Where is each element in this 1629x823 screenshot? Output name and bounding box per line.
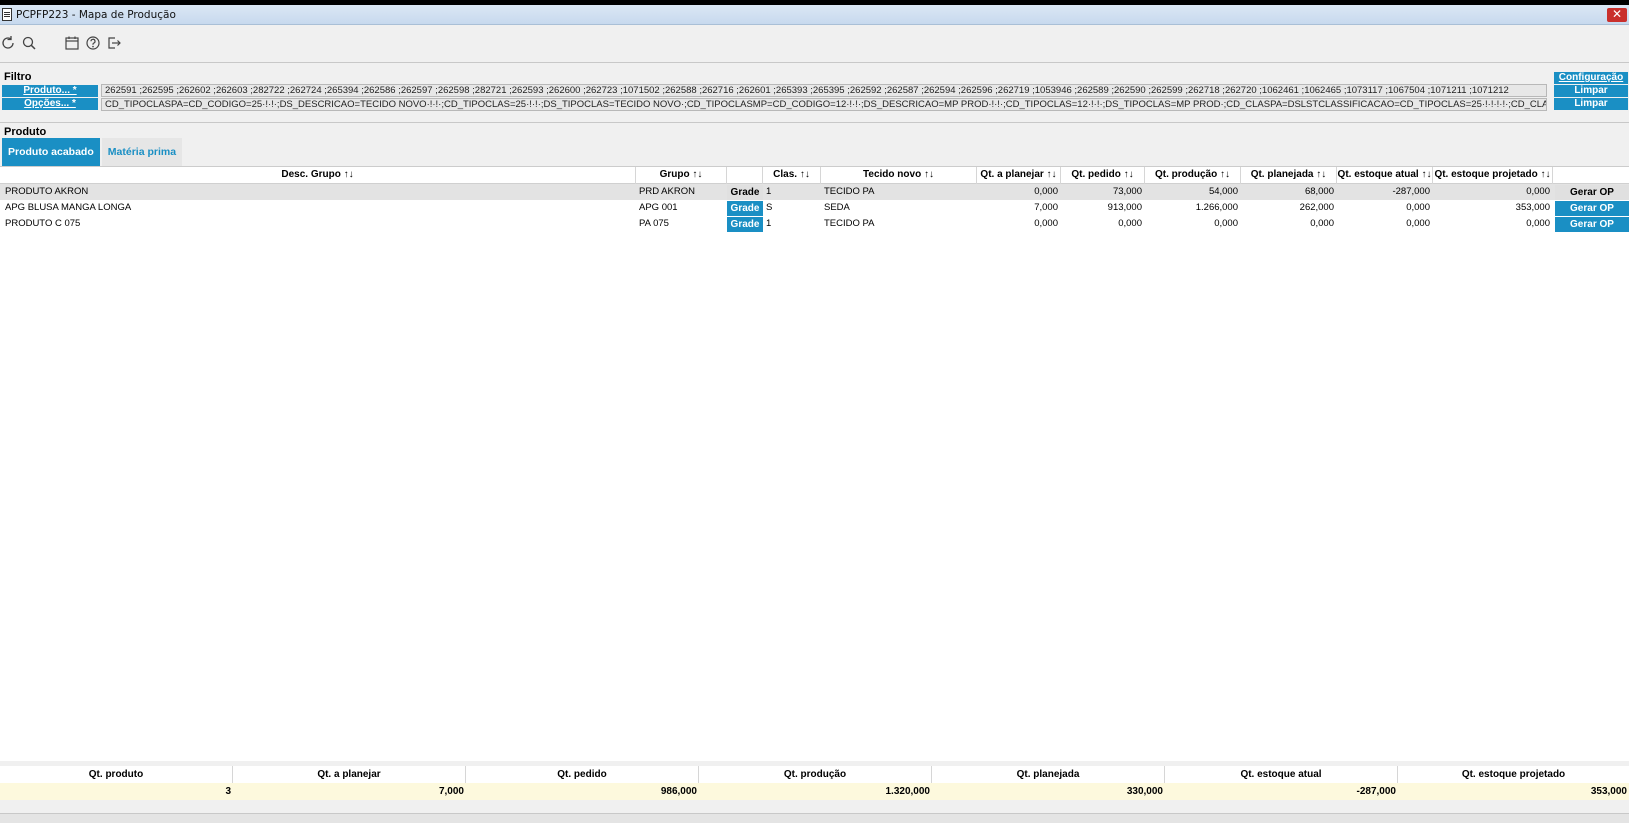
grade-button[interactable]: Grade xyxy=(727,217,763,232)
cell-qt-planejada: 262,000 xyxy=(1299,202,1334,213)
produto-tabs: Produto acabado Matéria prima xyxy=(2,138,183,166)
cell-qt-pedido: 913,000 xyxy=(1107,202,1142,213)
total-header-qt-estoque-projetado: Qt. estoque projetado xyxy=(1398,766,1629,783)
total-header-qt-planejada: Qt. planejada xyxy=(932,766,1165,783)
cell-desc-grupo: PRODUTO AKRON xyxy=(5,186,89,197)
gerar-op-button[interactable]: Gerar OP xyxy=(1555,185,1629,200)
grid-header: Desc. Grupo ↑↓ Grupo ↑↓ Clas. ↑↓ Tecido … xyxy=(0,167,1629,184)
toolbar xyxy=(0,26,1629,60)
cell-clas: 1 xyxy=(766,218,772,229)
produto-filter-button[interactable]: Produto... * xyxy=(2,85,98,97)
col-header-qt-pedido[interactable]: Qt. pedido ↑↓ xyxy=(1061,167,1145,184)
cell-qt-estoque-projetado: 353,000 xyxy=(1515,202,1550,213)
cell-qt-estoque-atual: 0,000 xyxy=(1406,202,1430,213)
cell-qt-planejada: 68,000 xyxy=(1304,186,1334,197)
cell-tecido-novo: TECIDO PA xyxy=(824,218,875,229)
table-row[interactable]: APG BLUSA MANGA LONGA APG 001 Grade S SE… xyxy=(0,200,1629,216)
exit-icon[interactable] xyxy=(104,33,124,53)
gerar-op-button[interactable]: Gerar OP xyxy=(1555,217,1629,232)
gerar-op-button[interactable]: Gerar OP xyxy=(1555,201,1629,216)
cell-qt-producao: 54,000 xyxy=(1208,186,1238,197)
col-header-actions xyxy=(1553,167,1629,184)
total-qt-planejada: 330,000 xyxy=(932,783,1165,800)
col-header-qt-producao[interactable]: Qt. produção ↑↓ xyxy=(1145,167,1241,184)
col-header-qt-planejada[interactable]: Qt. planejada ↑↓ xyxy=(1241,167,1337,184)
cell-tecido-novo: TECIDO PA xyxy=(824,186,875,197)
document-icon xyxy=(2,8,12,21)
cell-qt-estoque-projetado: 0,000 xyxy=(1526,186,1550,197)
total-qt-produto: 3 xyxy=(0,783,233,800)
help-icon[interactable] xyxy=(83,33,103,53)
total-qt-estoque-projetado: 353,000 xyxy=(1398,783,1629,800)
opcoes-filter-button[interactable]: Opções... * xyxy=(2,98,98,110)
total-qt-producao: 1.320,000 xyxy=(699,783,932,800)
cell-tecido-novo: SEDA xyxy=(824,202,850,213)
produto-filter-field[interactable]: 262591 ;262595 ;262602 ;262603 ;282722 ;… xyxy=(101,84,1547,97)
col-header-qt-estoque-atual[interactable]: Qt. estoque atual ↑↓ xyxy=(1337,167,1433,184)
total-qt-planejar: 7,000 xyxy=(233,783,466,800)
total-header-qt-pedido: Qt. pedido xyxy=(466,766,699,783)
filter-panel: Filtro Produto... * 262591 ;262595 ;2626… xyxy=(0,69,1629,119)
cell-qt-estoque-projetado: 0,000 xyxy=(1526,218,1550,229)
table-row[interactable]: PRODUTO AKRON PRD AKRON Grade 1 TECIDO P… xyxy=(0,184,1629,200)
cell-qt-estoque-atual: 0,000 xyxy=(1406,218,1430,229)
cell-grupo: APG 001 xyxy=(639,202,678,213)
limpar-opcoes-button[interactable]: Limpar xyxy=(1554,98,1628,110)
col-header-qt-planejar[interactable]: Qt. a planejar ↑↓ xyxy=(977,167,1061,184)
col-header-grupo[interactable]: Grupo ↑↓ xyxy=(636,167,727,184)
col-header-tecido-novo[interactable]: Tecido novo ↑↓ xyxy=(821,167,977,184)
cell-grupo: PA 075 xyxy=(639,218,669,229)
cell-qt-pedido: 0,000 xyxy=(1118,218,1142,229)
opcoes-filter-field[interactable]: CD_TIPOCLASPA=CD_CODIGO=25·!·!·;DS_DESCR… xyxy=(101,98,1547,111)
total-header-qt-produto: Qt. produto xyxy=(0,766,233,783)
tab-materia-prima[interactable]: Matéria prima xyxy=(101,138,183,166)
table-row[interactable]: PRODUTO C 075 PA 075 Grade 1 TECIDO PA 0… xyxy=(0,216,1629,232)
filter-heading: Filtro xyxy=(4,71,32,83)
col-header-qt-estoque-projetado[interactable]: Qt. estoque projetado ↑↓ xyxy=(1433,167,1553,184)
refresh-icon[interactable] xyxy=(0,33,18,53)
calendar-icon[interactable] xyxy=(62,33,82,53)
close-button[interactable]: ✕ xyxy=(1607,8,1627,22)
cell-qt-pedido: 73,000 xyxy=(1112,186,1142,197)
app-window: PCPFP223 - Mapa de Produção ✕ Filtro Pro… xyxy=(0,5,1629,823)
grade-button[interactable]: Grade xyxy=(727,201,763,216)
cell-clas: 1 xyxy=(766,186,772,197)
title-bar: PCPFP223 - Mapa de Produção ✕ xyxy=(0,5,1629,25)
cell-qt-planejar: 7,000 xyxy=(1034,202,1058,213)
cell-qt-producao: 0,000 xyxy=(1214,218,1238,229)
total-header-qt-planejar: Qt. a planejar xyxy=(233,766,466,783)
limpar-produto-button[interactable]: Limpar xyxy=(1554,85,1628,97)
cell-clas: S xyxy=(766,202,773,213)
window-title: PCPFP223 - Mapa de Produção xyxy=(16,8,176,21)
production-grid: Desc. Grupo ↑↓ Grupo ↑↓ Clas. ↑↓ Tecido … xyxy=(0,166,1629,761)
grade-button[interactable]: Grade xyxy=(727,185,763,200)
col-header-desc-grupo[interactable]: Desc. Grupo ↑↓ xyxy=(0,167,636,184)
cell-qt-planejar: 0,000 xyxy=(1034,186,1058,197)
col-header-clas[interactable]: Clas. ↑↓ xyxy=(763,167,821,184)
totals-panel: Qt. produto Qt. a planejar Qt. pedido Qt… xyxy=(0,766,1629,802)
produto-heading: Produto xyxy=(4,126,47,138)
status-bar xyxy=(0,813,1629,823)
cell-qt-estoque-atual: -287,000 xyxy=(1392,186,1430,197)
configuracao-button[interactable]: Configuração xyxy=(1554,72,1628,84)
cell-desc-grupo: APG BLUSA MANGA LONGA xyxy=(5,202,132,213)
cell-qt-producao: 1.266,000 xyxy=(1195,202,1238,213)
total-qt-pedido: 986,000 xyxy=(466,783,699,800)
cell-grupo: PRD AKRON xyxy=(639,186,695,197)
cell-desc-grupo: PRODUTO C 075 xyxy=(5,218,81,229)
divider xyxy=(0,62,1629,63)
cell-qt-planejar: 0,000 xyxy=(1034,218,1058,229)
search-icon[interactable] xyxy=(19,33,39,53)
cell-qt-planejada: 0,000 xyxy=(1310,218,1334,229)
col-header-grade xyxy=(727,167,763,184)
total-qt-estoque-atual: -287,000 xyxy=(1165,783,1398,800)
divider xyxy=(0,122,1629,123)
tab-produto-acabado[interactable]: Produto acabado xyxy=(2,138,100,166)
total-header-qt-producao: Qt. produção xyxy=(699,766,932,783)
total-header-qt-estoque-atual: Qt. estoque atual xyxy=(1165,766,1398,783)
